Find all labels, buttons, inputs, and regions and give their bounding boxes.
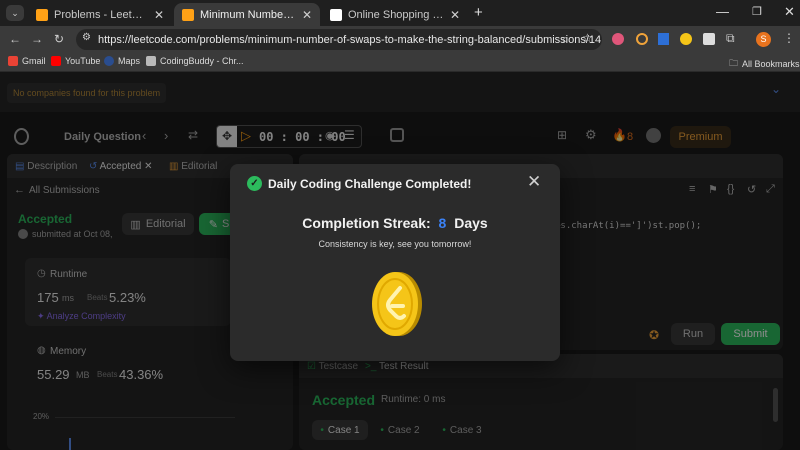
avatar[interactable]: S xyxy=(756,32,771,47)
all-bookmarks[interactable]: 🗀 All Bookmarks xyxy=(729,56,800,72)
window-close-icon[interactable]: ✕ xyxy=(784,4,795,20)
tab-search-button[interactable]: ⌄ xyxy=(6,5,24,21)
bookmark-gmail[interactable]: Gmail xyxy=(8,56,46,66)
reload-icon[interactable]: ↻ xyxy=(54,32,64,46)
streak-value: 8 xyxy=(438,215,447,231)
minimize-icon[interactable]: — xyxy=(716,4,729,19)
leetcode-icon xyxy=(36,8,48,21)
amazon-icon xyxy=(330,8,342,21)
bookmark-youtube[interactable]: YouTube xyxy=(51,56,100,66)
browser-tab[interactable]: Online Shopping site in India: Shop Onli… xyxy=(322,3,468,26)
streak-unit: Days xyxy=(454,215,488,231)
address-bar-row: ← → ↻ ⚙ https://leetcode.com/problems/mi… xyxy=(0,26,800,53)
extensions-puzzle-icon[interactable]: ⧉ xyxy=(726,31,735,46)
url-input[interactable]: ⚙ https://leetcode.com/problems/minimum-… xyxy=(76,29,602,50)
maximize-icon[interactable]: ❐ xyxy=(752,5,762,18)
extension-icon[interactable] xyxy=(658,33,669,45)
extension-icon[interactable] xyxy=(703,33,715,45)
globe-icon xyxy=(104,56,114,66)
close-icon[interactable]: ✕ xyxy=(450,8,460,22)
zoom-icon[interactable]: ⌕ xyxy=(562,32,569,47)
youtube-icon xyxy=(51,56,61,66)
extension-icon[interactable] xyxy=(612,33,624,45)
streak-label: Completion Streak: xyxy=(302,215,431,231)
bookmark-star-icon[interactable]: ☆ xyxy=(582,31,593,45)
modal-message: Consistency is key, see you tomorrow! xyxy=(318,239,472,249)
browser-tab-bar: ⌄ Problems - LeetCode ✕ Minimum Number o… xyxy=(0,0,800,26)
close-icon[interactable]: ✕ xyxy=(302,8,312,22)
bookmark-codingbuddy[interactable]: CodingBuddy - Chr... xyxy=(146,56,244,66)
codingbuddy-icon xyxy=(146,56,156,66)
daily-challenge-modal: ✓ Daily Coding Challenge Completed! ✕ Co… xyxy=(230,164,560,361)
forward-icon[interactable]: → xyxy=(31,32,43,46)
bookmark-maps[interactable]: Maps xyxy=(104,56,140,66)
folder-icon: 🗀 xyxy=(729,58,739,68)
bookmarks-bar: Gmail YouTube Maps CodingBuddy - Chr... … xyxy=(0,53,800,72)
close-icon[interactable]: ✕ xyxy=(154,8,164,22)
extension-icon[interactable] xyxy=(680,33,692,45)
new-tab-button[interactable]: + xyxy=(474,4,483,21)
back-icon[interactable]: ← xyxy=(9,32,21,46)
leetcode-coin-icon xyxy=(372,272,422,336)
browser-tab[interactable]: Problems - LeetCode ✕ xyxy=(28,3,172,26)
gmail-icon xyxy=(8,56,18,66)
modal-title: Daily Coding Challenge Completed! xyxy=(268,177,472,191)
browser-tab-active[interactable]: Minimum Number of Swaps to Make the Stri… xyxy=(174,3,320,26)
leetcode-icon xyxy=(182,8,194,21)
streak-line: Completion Streak: 8 Days xyxy=(230,215,560,231)
menu-icon[interactable]: ⋮ xyxy=(783,31,795,45)
check-circle-icon: ✓ xyxy=(247,176,262,191)
close-icon[interactable]: ✕ xyxy=(527,172,541,192)
site-info-icon[interactable]: ⚙ xyxy=(82,32,91,43)
timer-extension-icon[interactable] xyxy=(636,33,648,45)
